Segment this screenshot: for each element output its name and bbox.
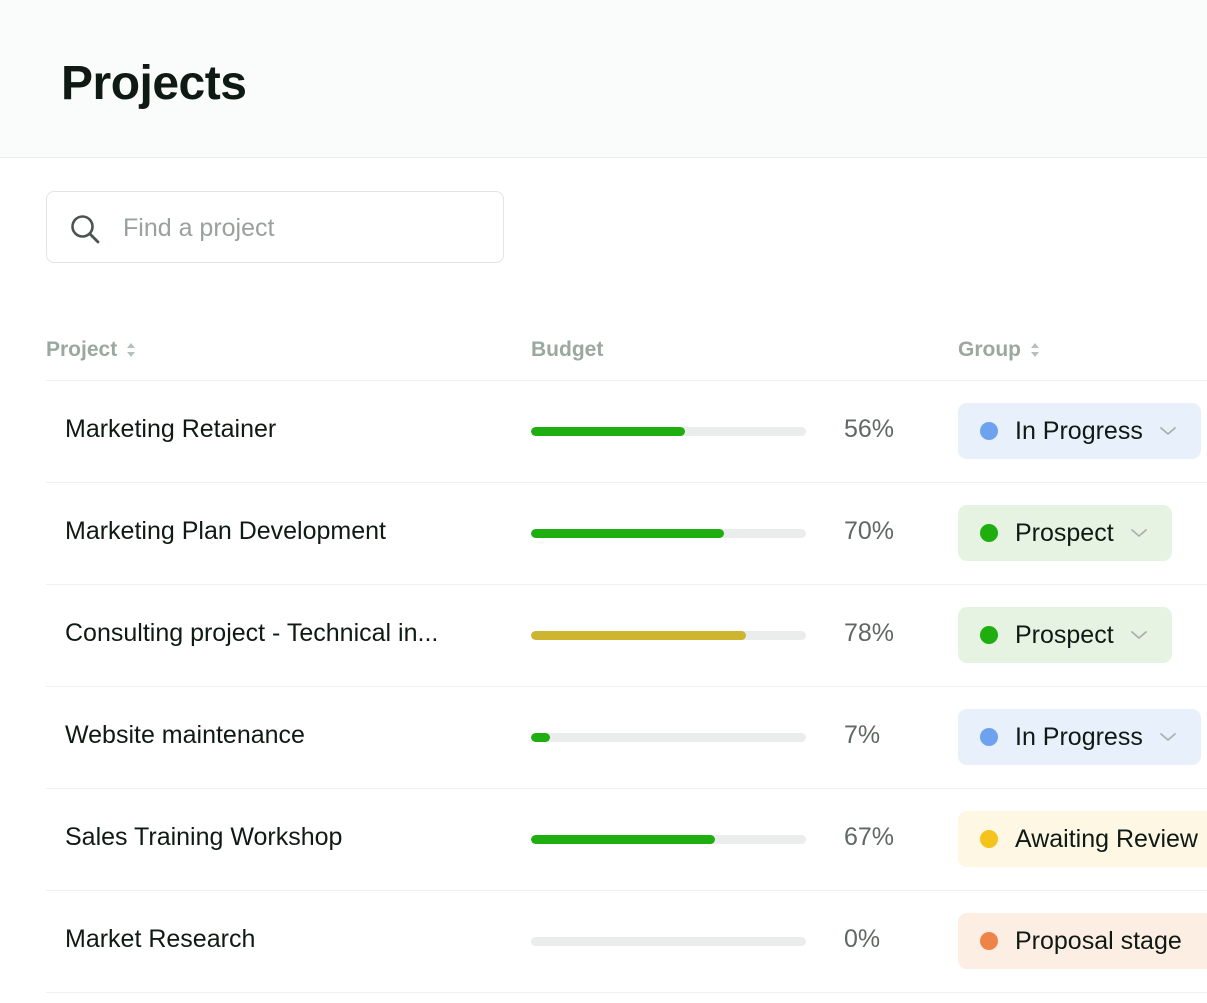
projects-table: Project Budget Group Marketing Retainer … xyxy=(46,322,1207,993)
column-header-project[interactable]: Project xyxy=(46,338,137,362)
table-row[interactable]: Website maintenance 7% In Progress xyxy=(46,687,1207,789)
search-box[interactable] xyxy=(46,191,504,263)
group-dropdown[interactable]: Prospect xyxy=(958,505,1172,561)
project-name[interactable]: Market Research xyxy=(65,925,255,954)
group-label: In Progress xyxy=(1015,416,1143,445)
budget-progress-fill xyxy=(531,733,550,742)
budget-percent: 78% xyxy=(844,619,895,647)
sort-icon xyxy=(127,343,136,357)
table-row[interactable]: Marketing Retainer 56% In Progress xyxy=(46,381,1207,483)
budget-percent: 56% xyxy=(844,415,895,443)
budget-progress-fill xyxy=(531,631,746,640)
status-dot-icon xyxy=(980,626,998,644)
budget-percent: 70% xyxy=(844,517,895,545)
column-header-group[interactable]: Group xyxy=(958,338,1041,362)
chevron-down-icon xyxy=(1130,631,1147,639)
table-body: Marketing Retainer 56% In Progress Marke… xyxy=(46,381,1207,993)
status-dot-icon xyxy=(980,728,998,746)
search-icon xyxy=(71,215,100,244)
table-row[interactable]: Sales Training Workshop 67% Awaiting Rev… xyxy=(46,789,1207,891)
budget-percent: 67% xyxy=(844,823,895,851)
status-dot-icon xyxy=(980,932,998,950)
page-title: Projects xyxy=(61,57,247,110)
sort-icon xyxy=(1031,343,1039,357)
project-name[interactable]: Website maintenance xyxy=(65,721,305,750)
group-dropdown[interactable]: Proposal stage xyxy=(958,913,1207,969)
group-dropdown[interactable]: In Progress xyxy=(958,403,1201,459)
status-dot-icon xyxy=(980,524,998,542)
project-name[interactable]: Consulting project - Technical in... xyxy=(65,619,438,648)
status-dot-icon xyxy=(980,830,998,848)
budget-progress-fill xyxy=(531,835,715,844)
project-name[interactable]: Marketing Plan Development xyxy=(65,517,386,546)
column-header-label: Project xyxy=(46,338,118,361)
budget-progress-bar xyxy=(531,733,806,742)
project-name[interactable]: Marketing Retainer xyxy=(65,415,276,444)
group-dropdown[interactable]: Prospect xyxy=(958,607,1172,663)
budget-progress-bar xyxy=(531,529,806,538)
budget-progress-bar xyxy=(531,937,806,946)
status-dot-icon xyxy=(980,422,998,440)
group-label: In Progress xyxy=(1015,722,1143,751)
budget-percent: 0% xyxy=(844,925,881,953)
table-header: Project Budget Group xyxy=(46,322,1207,381)
search-input[interactable] xyxy=(123,206,483,250)
column-header-label: Budget xyxy=(531,338,604,361)
budget-progress-fill xyxy=(531,529,724,538)
project-name[interactable]: Sales Training Workshop xyxy=(65,823,342,852)
group-dropdown[interactable]: In Progress xyxy=(958,709,1201,765)
budget-progress-bar xyxy=(531,427,806,436)
group-label: Prospect xyxy=(1015,620,1114,649)
group-label: Prospect xyxy=(1015,518,1114,547)
group-dropdown[interactable]: Awaiting Review xyxy=(958,811,1207,867)
chevron-down-icon xyxy=(1159,733,1176,741)
budget-progress-bar xyxy=(531,835,806,844)
group-label: Proposal stage xyxy=(1015,926,1182,955)
page-header: Projects xyxy=(0,0,1207,158)
table-row[interactable]: Market Research 0% Proposal stage xyxy=(46,891,1207,993)
column-header-budget: Budget xyxy=(531,338,603,362)
table-row[interactable]: Consulting project - Technical in... 78%… xyxy=(46,585,1207,687)
column-header-label: Group xyxy=(958,338,1021,361)
table-row[interactable]: Marketing Plan Development 70% Prospect xyxy=(46,483,1207,585)
budget-percent: 7% xyxy=(844,721,881,749)
budget-progress-bar xyxy=(531,631,806,640)
chevron-down-icon xyxy=(1130,529,1147,537)
group-label: Awaiting Review xyxy=(1015,824,1198,853)
budget-progress-fill xyxy=(531,427,685,436)
chevron-down-icon xyxy=(1159,427,1176,435)
